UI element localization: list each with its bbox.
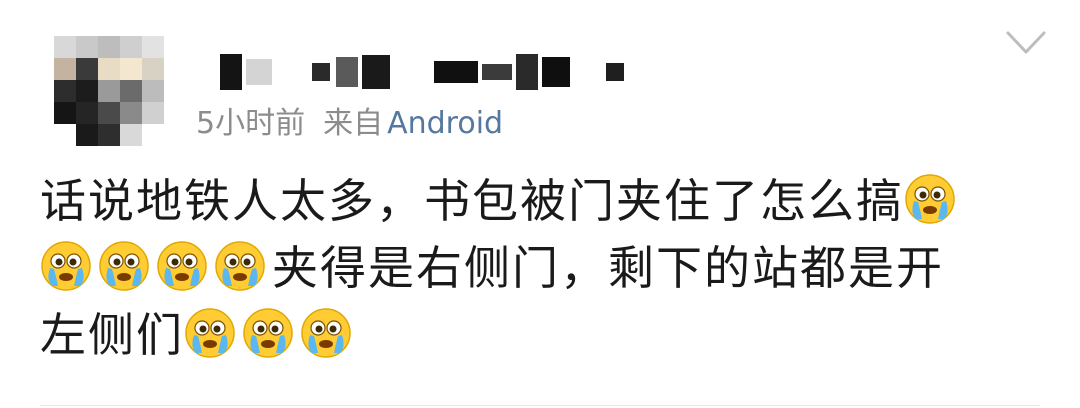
- post-body: 话说地铁人太多，书包被门夹住了怎么搞 夹得是右侧门，剩下的站都是开 左侧们: [40, 168, 1050, 369]
- post-text-line-3: 左侧们: [40, 308, 184, 362]
- post-time: 5小时前: [196, 106, 306, 141]
- crying-face-icon: [243, 308, 293, 358]
- crying-face-icon: [215, 241, 265, 291]
- crying-face-icon: [905, 174, 955, 224]
- weibo-post-card: 5小时前 来自 Android 话说地铁人太多，书包被门夹住了怎么搞 夹得是右侧门，…: [0, 0, 1080, 408]
- from-label: 来自: [323, 106, 384, 141]
- crying-face-icon: [99, 241, 149, 291]
- device-source-link[interactable]: Android: [387, 106, 503, 141]
- chevron-down-icon[interactable]: [1005, 30, 1047, 56]
- crying-face-icon: [41, 241, 91, 291]
- post-text-line-2: 夹得是右侧门，剩下的站都是开: [272, 241, 944, 295]
- username-blurred[interactable]: [220, 52, 624, 92]
- crying-face-icon: [301, 308, 351, 358]
- crying-face-icon: [185, 308, 235, 358]
- post-meta: 5小时前 来自 Android: [196, 98, 503, 142]
- divider: [40, 405, 1040, 406]
- crying-face-icon: [157, 241, 207, 291]
- post-text-line-1: 话说地铁人太多，书包被门夹住了怎么搞: [40, 174, 904, 228]
- avatar[interactable]: [54, 36, 164, 146]
